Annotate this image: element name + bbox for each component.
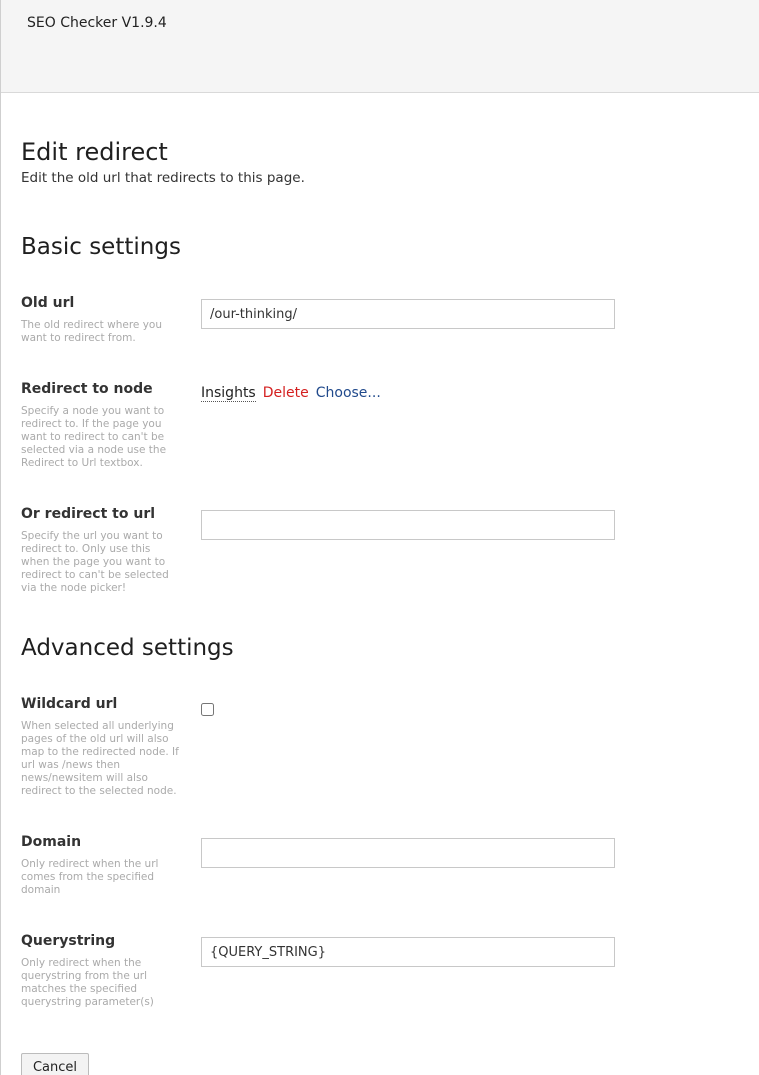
redirect-to-url-input[interactable] xyxy=(201,510,615,540)
wildcard-url-label: Wildcard url xyxy=(21,696,118,712)
page-title: Edit redirect xyxy=(21,138,168,166)
domain-help: Only redirect when the url comes from th… xyxy=(21,858,159,896)
redirect-to-node-label: Redirect to node xyxy=(21,381,153,397)
page-subtitle: Edit the old url that redirects to this … xyxy=(21,170,305,186)
wildcard-url-help: When selected all underlying pages of th… xyxy=(21,720,179,797)
seo-checker-window: SEO Checker V1.9.4 Edit redirect Edit th… xyxy=(0,0,759,1075)
querystring-help: Only redirect when the querystring from … xyxy=(21,957,154,1008)
redirect-to-node-help: Specify a node you want to redirect to. … xyxy=(21,405,167,469)
choose-node-link[interactable]: Choose... xyxy=(316,385,381,401)
old-url-help: The old redirect where you want to redir… xyxy=(21,319,162,344)
node-picker: Insights Delete Choose... xyxy=(201,385,381,402)
domain-label: Domain xyxy=(21,834,82,850)
querystring-input[interactable] xyxy=(201,937,615,967)
wildcard-url-checkbox[interactable] xyxy=(201,703,214,716)
advanced-settings-heading: Advanced settings xyxy=(21,635,234,661)
old-url-label: Old url xyxy=(21,295,75,311)
old-url-input[interactable] xyxy=(201,299,615,329)
delete-node-link[interactable]: Delete xyxy=(263,385,309,401)
cancel-button[interactable]: Cancel xyxy=(21,1053,89,1075)
querystring-label: Querystring xyxy=(21,933,116,949)
basic-settings-heading: Basic settings xyxy=(21,234,181,260)
selected-node-name[interactable]: Insights xyxy=(201,385,256,402)
domain-input[interactable] xyxy=(201,838,615,868)
redirect-to-url-label: Or redirect to url xyxy=(21,506,156,522)
redirect-to-url-help: Specify the url you want to redirect to.… xyxy=(21,530,169,594)
app-title: SEO Checker V1.9.4 xyxy=(27,15,167,31)
app-header: SEO Checker V1.9.4 xyxy=(1,0,759,93)
